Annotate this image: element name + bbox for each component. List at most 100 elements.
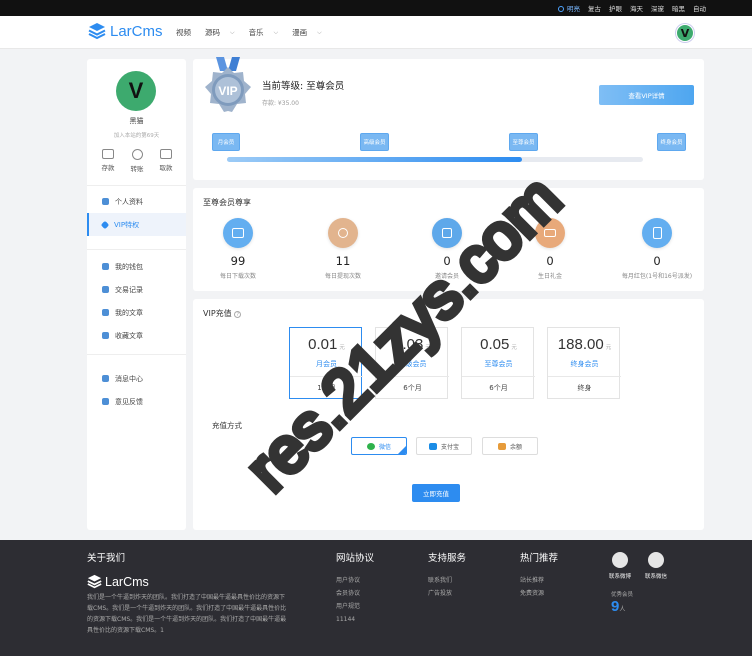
recharge-now-button[interactable]: 立即充值 [412,484,460,502]
coin-icon [328,218,358,248]
sidebar-item-label: 个人资料 [115,197,143,206]
sidebar-item-label: 收藏文章 [115,331,143,340]
package-name: 月会员 [316,360,337,368]
privilege-label: 每月红包(1号和16号派发) [621,273,693,280]
pay-label: 余额 [509,443,522,451]
pay-alipay-button[interactable]: 支付宝 [416,437,472,455]
transfer-button[interactable]: 转账 [124,149,150,173]
sidebar-item-label: 我的文章 [115,308,143,317]
nav-video[interactable]: 视频 [176,27,191,38]
footer-link-misc[interactable]: 11144 [336,613,374,626]
layers-logo-icon [87,574,102,589]
chevron-down-icon: ⌵ [273,28,279,36]
package-duration: 6个月 [462,376,535,399]
package-name: 至尊会员 [484,360,513,368]
skin-eye[interactable]: 护眼 [609,3,622,13]
price-unit: 元 [425,345,431,351]
transfer-label: 转账 [130,165,144,173]
privilege-downloads: 99 每日下载次数 [188,218,288,280]
pay-label: 支付宝 [440,443,459,451]
skin-dark[interactable]: 暗黑 [672,3,685,13]
sidebar-item-profile[interactable]: 个人资料 [87,190,186,213]
sidebar-item-wallet[interactable]: 我的钱包 [87,255,186,278]
divider [87,249,186,250]
privilege-withdrawals: 11 每日提现次数 [293,218,393,280]
skin-bright[interactable]: 明亮 [558,3,580,13]
sidebar-item-label: VIP特权 [114,220,140,229]
site-header: LarCms 视频 源码 ⌵ 音乐 ⌵ 漫画 ⌵ V [0,16,752,49]
footer-link-ads[interactable]: 广告投放 [428,587,466,600]
price-unit: 元 [511,345,517,351]
footer-link-member-agreement[interactable]: 会员协议 [336,587,374,600]
payment-method-label: 充值方式 [212,421,242,430]
sidebar-item-favorites[interactable]: 收藏文章 [87,324,186,347]
price-value: 0.03 [394,336,424,353]
sidebar-item-vip[interactable]: VIP特权 [87,213,186,236]
nav-label: 音乐 [248,28,264,37]
package-advanced[interactable]: 0.03 元 高级会员 6个月 [375,327,449,399]
sun-icon [558,6,564,12]
vip-privileges-card: 至尊会员尊享 99 每日下载次数 11 每日提现次数 0 邀请会员 0 生日礼金… [193,188,704,291]
package-supreme[interactable]: 0.05 元 至尊会员 6个月 [461,327,535,399]
badge-text: VIP [218,84,237,98]
message-icon [102,375,109,382]
avatar[interactable]: V [116,71,156,111]
footer-link-user-agreement[interactable]: 用户协议 [336,574,374,587]
bookmark-icon [102,332,109,339]
sidebar-item-label: 我的钱包 [115,262,143,271]
pay-wechat-button[interactable]: 微信 [351,437,407,455]
skin-sea[interactable]: 海天 [630,3,643,13]
skin-deep[interactable]: 深邃 [651,3,664,13]
site-logo[interactable]: LarCms [88,22,163,40]
wallet-actions: 存款 转账 取款 [95,149,179,173]
invite-icon [432,218,462,248]
sidebar-item-messages[interactable]: 消息中心 [87,367,186,390]
wallet-icon [102,263,109,270]
deposit-button[interactable]: 存款 [95,149,121,173]
footer-weibo[interactable]: 联系微博 [609,552,631,580]
pay-balance-button[interactable]: 余额 [482,437,538,455]
red-packet-icon [642,218,672,248]
price-unit: 元 [339,345,345,351]
current-level: 当前等级: 至尊会员 [262,81,345,92]
skin-auto[interactable]: 自动 [693,3,706,13]
package-monthly[interactable]: 0.01 元 月会员 1个月 [289,327,363,399]
footer-link-free[interactable]: 免费资源 [520,587,558,600]
footer-protocol: 网站协议 用户协议 会员协议 用户规范 11144 [336,550,374,626]
package-price: 0.01 元 [290,336,363,353]
sidebar-item-articles[interactable]: 我的文章 [87,301,186,324]
download-icon [223,218,253,248]
cake-icon [535,218,565,248]
bell-icon [102,398,109,405]
privilege-value: 11 [335,254,351,268]
footer-about-title: 关于我们 [87,553,126,564]
user-avatar-button[interactable]: V [676,24,694,42]
deposit-label: 存款 [101,164,115,172]
view-vip-details-button[interactable]: 查看VIP详情 [599,85,694,105]
nav-source[interactable]: 源码 ⌵ [205,27,235,38]
footer-link-user-rules[interactable]: 用户规范 [336,600,374,613]
footer-about: 关于我们 LarCms 我们是一个牛逼到炸天的团队。我们打造了中国最牛逼最具性价… [87,550,287,636]
privilege-value: 0 [653,254,661,268]
footer-link-contact[interactable]: 联系我们 [428,574,466,587]
withdraw-button[interactable]: 取款 [153,149,179,173]
sidebar-item-feedback[interactable]: 意见反馈 [87,390,186,413]
price-value: 188.00 [557,336,604,353]
list-icon [102,286,109,293]
footer-wechat[interactable]: 联系微信 [645,552,667,580]
nav-comic[interactable]: 漫画 ⌵ [292,27,322,38]
package-duration: 6个月 [376,376,449,399]
package-lifetime[interactable]: 188.00 元 终身会员 终身 [547,327,621,399]
privilege-red-packet: 0 每月红包(1号和16号派发) [607,218,707,280]
skin-retro[interactable]: 复古 [588,3,601,13]
nav-music[interactable]: 音乐 ⌵ [249,27,279,38]
deposit-amount: 存款: ¥35.00 [262,100,299,107]
help-icon[interactable]: ? [234,311,242,318]
vip-medal-icon: VIP [205,57,251,112]
diamond-icon [100,220,110,229]
package-name: 高级会员 [398,360,427,368]
footer-link-recommend[interactable]: 站长推荐 [520,574,558,587]
divider [87,354,186,355]
sidebar-item-transactions[interactable]: 交易记录 [87,278,186,301]
menu-message-group: 消息中心 意见反馈 [87,367,186,413]
